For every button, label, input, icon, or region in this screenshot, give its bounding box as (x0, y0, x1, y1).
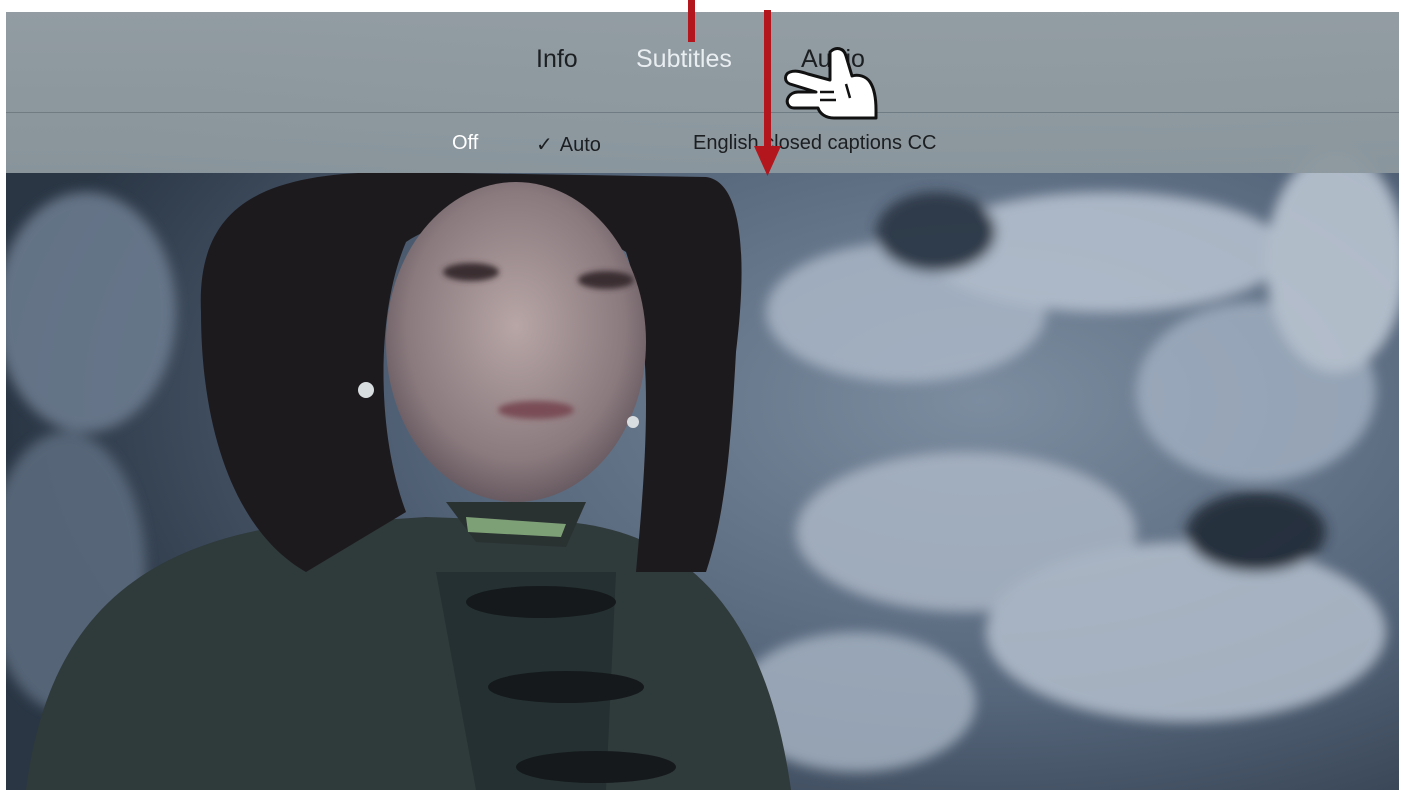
pointing-hand-icon (784, 47, 878, 120)
annotation-bar (688, 0, 695, 42)
annotation-overlay (688, 0, 878, 176)
down-arrow-icon (754, 10, 781, 176)
